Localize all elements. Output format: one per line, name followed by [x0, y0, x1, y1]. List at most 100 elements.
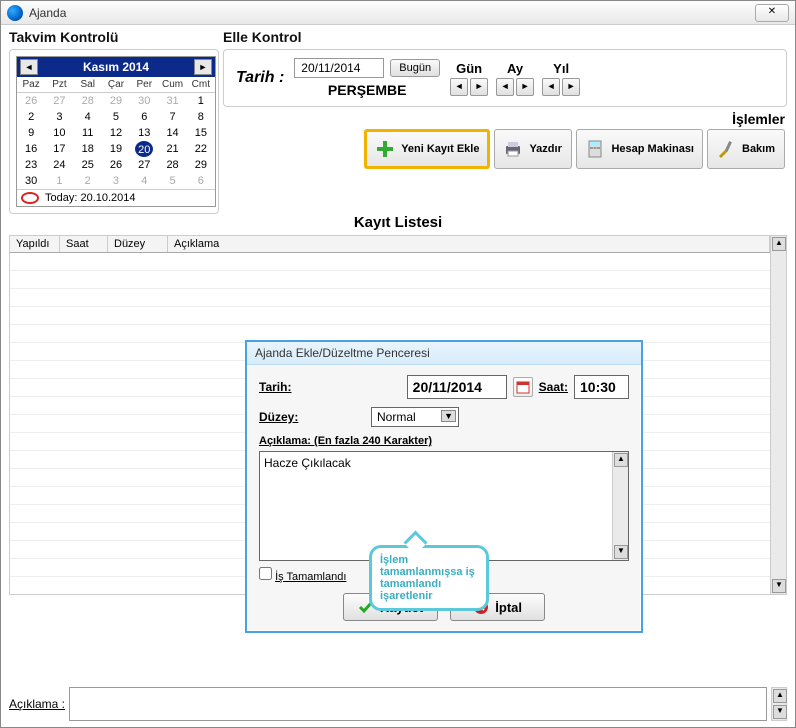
dialog-time-input[interactable]	[574, 375, 629, 399]
col-level[interactable]: Düzey	[108, 236, 168, 252]
footer-scrollbar[interactable]: ▲ ▼	[771, 687, 787, 721]
calendar-prev-button[interactable]: ◄	[20, 59, 38, 75]
calendar-day-cell[interactable]: 5	[158, 173, 186, 189]
date-input[interactable]	[294, 58, 384, 78]
calendar-day-cell[interactable]: 1	[45, 173, 73, 189]
new-record-button[interactable]: Yeni Kayıt Ekle	[364, 129, 490, 169]
print-button[interactable]: Yazdır	[494, 129, 572, 169]
footer-scroll-down[interactable]: ▼	[773, 705, 787, 719]
add-edit-dialog: Ajanda Ekle/Düzeltme Penceresi Tarih: Sa…	[245, 340, 643, 633]
manual-panel-title: Elle Kontrol	[223, 29, 787, 45]
maintenance-button[interactable]: Bakım	[707, 129, 785, 169]
calendar-day-cell[interactable]: 6	[187, 173, 215, 189]
footer-description-label: Açıklama :	[9, 697, 65, 711]
window-title: Ajanda	[29, 6, 755, 20]
footer-description-input[interactable]	[69, 687, 767, 721]
col-time[interactable]: Saat	[60, 236, 108, 252]
col-done[interactable]: Yapıldı	[10, 236, 60, 252]
calendar-day-cell[interactable]: 3	[45, 109, 73, 125]
month-next-button[interactable]: ►	[516, 78, 534, 96]
calendar-today-label[interactable]: Today: 20.10.2014	[45, 192, 136, 204]
calendar-day-cell[interactable]: 14	[158, 125, 186, 141]
calendar-day-cell[interactable]: 7	[158, 109, 186, 125]
textarea-scrollbar[interactable]: ▲ ▼	[612, 452, 628, 560]
calendar-month-label[interactable]: Kasım 2014	[38, 60, 194, 74]
calendar-day-cell[interactable]: 6	[130, 109, 158, 125]
calendar-day-cell[interactable]: 13	[130, 125, 158, 141]
textarea-scroll-down[interactable]: ▼	[614, 545, 628, 559]
dialog-date-input[interactable]	[407, 375, 507, 399]
calendar-day-cell[interactable]: 16	[17, 141, 45, 157]
year-prev-button[interactable]: ◄	[542, 78, 560, 96]
window-close-button[interactable]: ✕	[755, 4, 789, 22]
callout-annotation: İşlem tamamlanmışsa iş tamamlandı işaret…	[369, 545, 489, 611]
calculator-icon	[585, 139, 605, 159]
dialog-description-textarea[interactable]	[260, 452, 612, 560]
calendar-picker-button[interactable]	[513, 377, 533, 397]
list-scrollbar[interactable]: ▲ ▼	[770, 236, 786, 594]
calendar-day-header: Pzt	[45, 77, 73, 93]
calendar-day-cell[interactable]: 28	[74, 93, 102, 109]
year-next-button[interactable]: ►	[562, 78, 580, 96]
calendar-day-cell[interactable]: 4	[130, 173, 158, 189]
maintenance-label: Bakım	[742, 143, 775, 155]
task-completed-label[interactable]: İş Tamamlandı	[275, 571, 346, 583]
textarea-scroll-up[interactable]: ▲	[614, 453, 628, 467]
calendar-next-button[interactable]: ►	[194, 59, 212, 75]
calendar-day-cell[interactable]: 15	[187, 125, 215, 141]
calendar-day-cell[interactable]: 12	[102, 125, 130, 141]
scroll-down-button[interactable]: ▼	[772, 579, 786, 593]
calendar-day-cell[interactable]: 22	[187, 141, 215, 157]
calendar-day-cell[interactable]: 27	[45, 93, 73, 109]
calendar-day-cell[interactable]: 4	[74, 109, 102, 125]
calculator-button[interactable]: Hesap Makinası	[576, 129, 703, 169]
calendar-day-cell[interactable]: 2	[74, 173, 102, 189]
month-prev-button[interactable]: ◄	[496, 78, 514, 96]
calendar-day-cell[interactable]: 27	[130, 157, 158, 173]
calendar-day-cell[interactable]: 19	[102, 141, 130, 157]
calendar-day-cell[interactable]: 29	[187, 157, 215, 173]
calendar-day-cell[interactable]: 26	[102, 157, 130, 173]
calendar-day-cell[interactable]: 31	[158, 93, 186, 109]
printer-icon	[503, 139, 523, 159]
cancel-button-label: İptal	[495, 600, 522, 615]
calendar-day-cell[interactable]: 20	[135, 141, 153, 157]
day-prev-button[interactable]: ◄	[450, 78, 468, 96]
calendar-day-cell[interactable]: 2	[17, 109, 45, 125]
calendar-day-cell[interactable]: 29	[102, 93, 130, 109]
calendar-day-cell[interactable]: 25	[74, 157, 102, 173]
calendar-day-cell[interactable]: 30	[17, 173, 45, 189]
calendar-day-cell[interactable]: 10	[45, 125, 73, 141]
tools-icon	[716, 139, 736, 159]
calendar-day-header: Paz	[17, 77, 45, 93]
calendar-day-cell[interactable]: 17	[45, 141, 73, 157]
col-desc[interactable]: Açıklama	[168, 236, 770, 252]
calendar-day-cell[interactable]: 8	[187, 109, 215, 125]
today-button[interactable]: Bugün	[390, 59, 440, 77]
dialog-level-select[interactable]: Normal	[371, 407, 459, 427]
task-completed-checkbox[interactable]	[259, 567, 272, 580]
dialog-time-label: Saat:	[539, 380, 568, 394]
dialog-date-label: Tarih:	[259, 380, 329, 394]
calendar-day-header: Sal	[74, 77, 102, 93]
calendar-day-cell[interactable]: 21	[158, 141, 186, 157]
calendar-day-cell[interactable]: 26	[17, 93, 45, 109]
calendar-day-header: Per	[130, 77, 158, 93]
footer-scroll-up[interactable]: ▲	[773, 689, 787, 703]
calendar-day-cell[interactable]: 24	[45, 157, 73, 173]
calendar-day-cell[interactable]: 28	[158, 157, 186, 173]
calendar-day-cell[interactable]: 11	[74, 125, 102, 141]
calendar-day-cell[interactable]: 1	[187, 93, 215, 109]
calendar-day-cell[interactable]: 30	[130, 93, 158, 109]
scroll-up-button[interactable]: ▲	[772, 237, 786, 251]
operations-label: İşlemler	[223, 111, 785, 127]
plus-icon	[375, 139, 395, 159]
calendar-day-cell[interactable]: 18	[74, 141, 102, 157]
list-column-headers: Yapıldı Saat Düzey Açıklama	[10, 236, 770, 253]
calendar-day-cell[interactable]: 3	[102, 173, 130, 189]
calendar-day-cell[interactable]: 9	[17, 125, 45, 141]
calendar-day-cell[interactable]: 5	[102, 109, 130, 125]
new-record-label: Yeni Kayıt Ekle	[401, 143, 479, 155]
calendar-day-cell[interactable]: 23	[17, 157, 45, 173]
day-next-button[interactable]: ►	[470, 78, 488, 96]
